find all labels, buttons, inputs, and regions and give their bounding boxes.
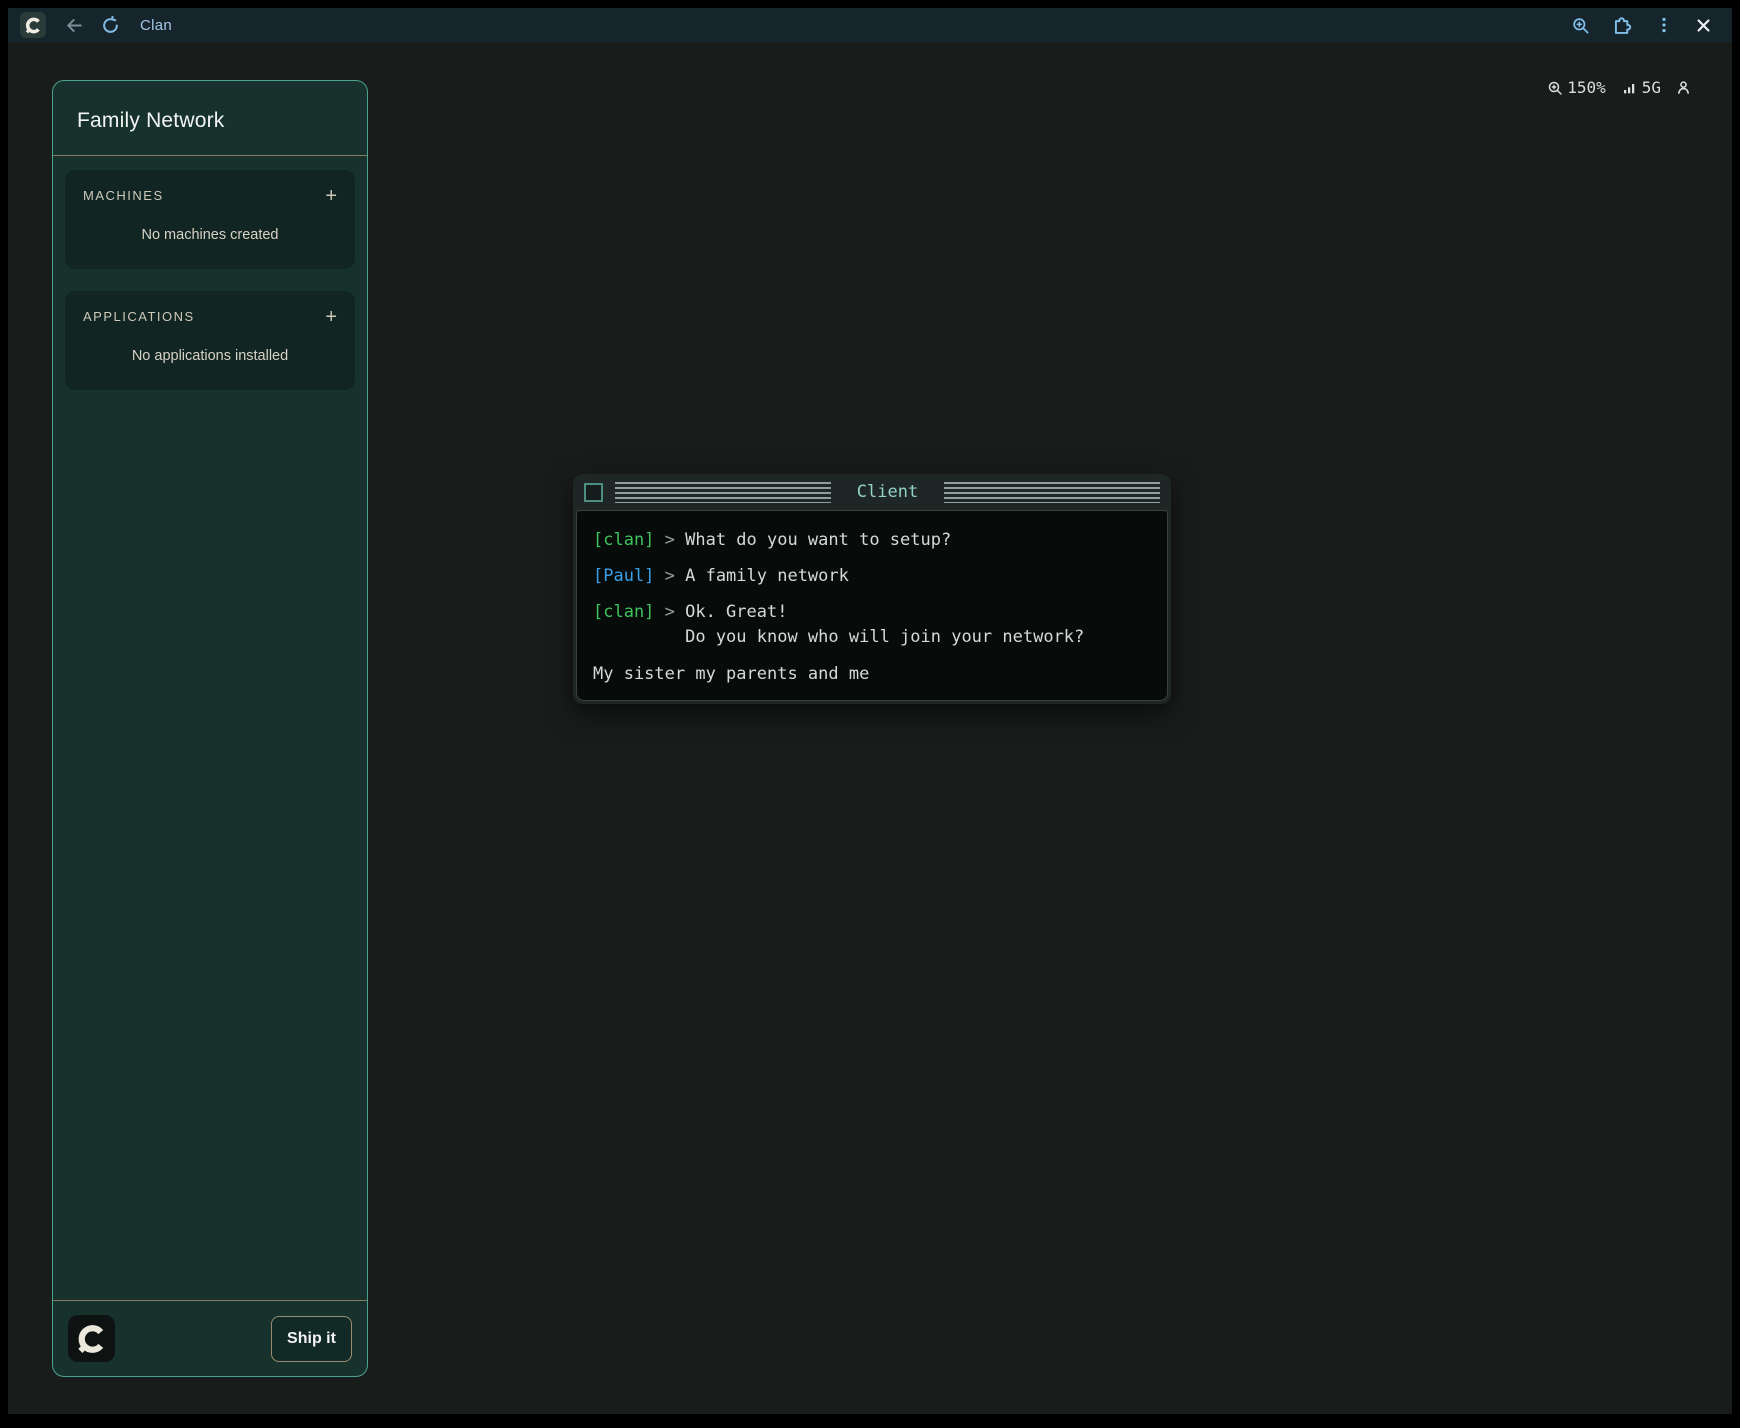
clan-logo-icon [68,1315,115,1362]
zoom-in-icon[interactable] [1571,16,1590,35]
message-text: Do you know who will join your network? [685,625,1084,650]
applications-heading: APPLICATIONS [83,309,195,324]
add-machine-button[interactable]: + [325,189,337,203]
chrome-bar: Clan [8,8,1732,42]
zoom-level: 150% [1567,78,1606,97]
chat-input-line[interactable]: My sister my parents and me [593,662,1151,687]
magnifier-plus-icon [1547,80,1563,96]
client-window: Client [clan] > What do you want to setu… [573,474,1171,704]
client-window-title: Client [843,482,932,502]
extensions-puzzle-icon[interactable] [1612,15,1633,36]
sidebar-footer: Ship it [53,1300,367,1376]
clan-logo-icon [20,12,46,38]
prompt-arrow: > [654,564,685,589]
signal-bars-icon [1622,80,1638,96]
app-window: Clan [8,8,1732,1414]
refresh-icon[interactable] [96,11,124,39]
kebab-menu-icon[interactable] [1655,16,1673,34]
add-application-button[interactable]: + [325,310,337,324]
client-chat-area[interactable]: [clan] > What do you want to setup? [Pau… [576,510,1168,701]
prompt-arrow: > [654,528,685,553]
close-icon[interactable] [1695,17,1712,34]
window-title: Clan [140,17,172,34]
sender-clan: [clan] [593,528,654,553]
message-text: What do you want to setup? [685,528,951,553]
window-close-box-icon[interactable] [584,483,603,502]
chat-message: [clan] > Ok. Great! Do you know who will… [593,600,1151,650]
back-arrow-icon[interactable] [60,11,88,39]
machines-empty-text: No machines created [83,227,337,243]
titlebar-stripes-right [944,482,1160,503]
message-text: A family network [685,564,849,589]
status-indicators: 150% 5G [1547,78,1692,97]
client-titlebar[interactable]: Client [573,474,1171,510]
prompt-arrow: > [654,600,685,625]
sidebar: Family Network MACHINES + No machines cr… [52,80,368,1377]
titlebar-stripes-left [615,482,831,503]
person-icon [1675,79,1692,96]
sender-paul: [Paul] [593,564,654,589]
applications-card: APPLICATIONS + No applications installed [65,291,355,390]
applications-empty-text: No applications installed [83,348,337,364]
ship-it-button[interactable]: Ship it [271,1316,352,1362]
sender-clan: [clan] [593,600,654,625]
machines-card: MACHINES + No machines created [65,170,355,269]
machines-heading: MACHINES [83,188,164,203]
sidebar-title: Family Network [77,109,343,133]
network-label: 5G [1642,78,1661,97]
message-text: Ok. Great! [685,600,787,625]
chat-message: [Paul] > A family network [593,564,1151,589]
chat-message: [clan] > What do you want to setup? [593,528,1151,553]
